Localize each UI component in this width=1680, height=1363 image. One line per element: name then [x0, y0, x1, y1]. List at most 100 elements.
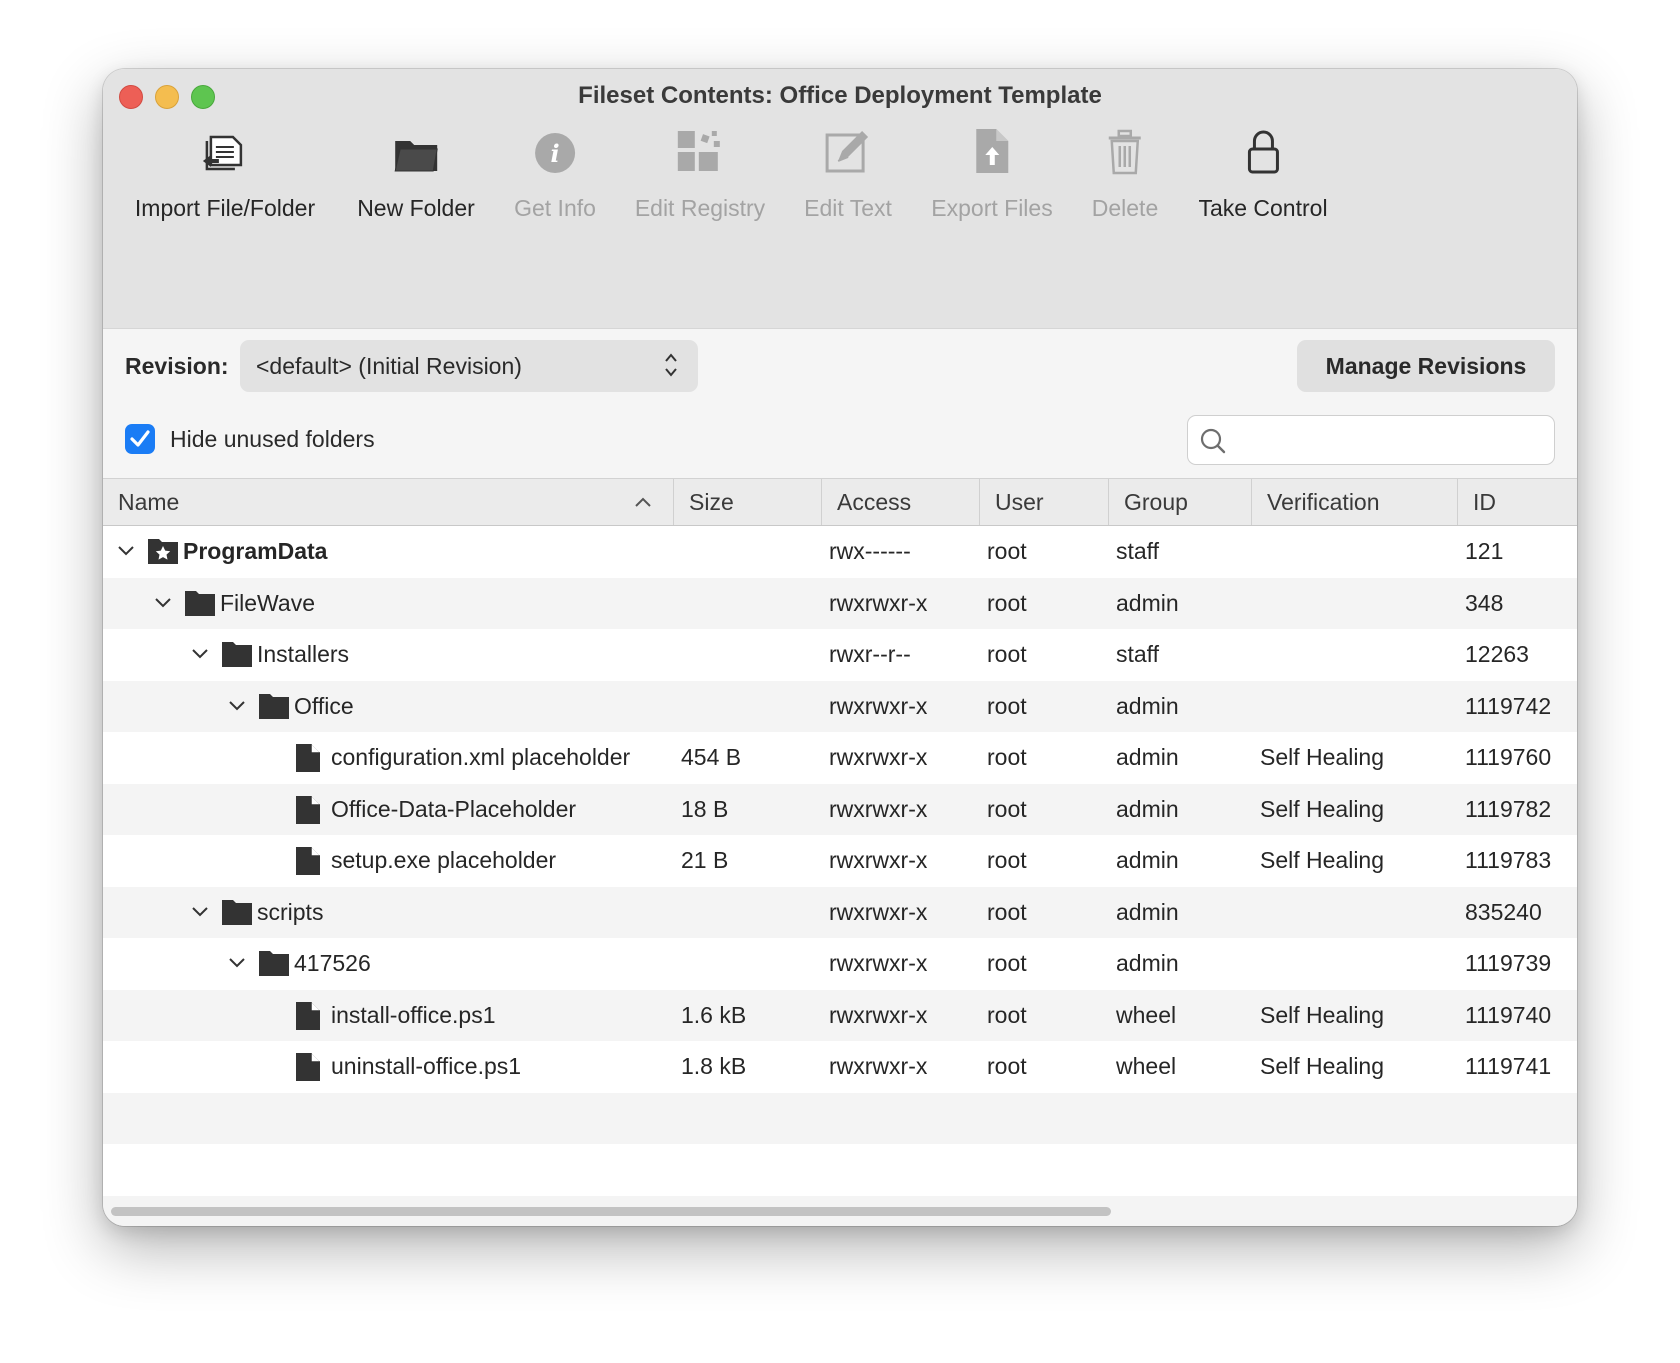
group-cell: wheel: [1116, 1001, 1177, 1028]
access-cell: rwxrwxr-x: [829, 1001, 928, 1028]
empty-row: [103, 1092, 1577, 1144]
disclosure-chevron-down-icon[interactable]: [191, 905, 209, 924]
edit-text-icon: [824, 119, 872, 175]
user-cell: root: [987, 589, 1027, 616]
id-cell: 1119740: [1465, 1001, 1552, 1028]
export-icon: [972, 119, 1012, 175]
take-control-button[interactable]: Take Control: [1198, 130, 1328, 222]
id-cell: 12263: [1465, 641, 1529, 667]
empty-row: [103, 1144, 1577, 1196]
column-header-name[interactable]: Name: [118, 479, 179, 525]
verification-cell: Self Healing: [1260, 795, 1385, 822]
table-row[interactable]: setup.exe placeholder 21 B rwxrwxr-x root ad…: [103, 835, 1577, 887]
column-header-verification[interactable]: Verification: [1267, 479, 1380, 525]
user-cell: root: [987, 795, 1027, 822]
column-header-id[interactable]: ID: [1473, 479, 1496, 525]
table-row[interactable]: Office-Data-Placeholder 18 B rwxrwxr-x root…: [103, 783, 1577, 835]
id-cell: 1119782: [1465, 795, 1552, 822]
size-cell: 1.8 kB: [681, 1053, 747, 1079]
folder-icon: [221, 640, 253, 673]
horizontal-scrollbar[interactable]: [111, 1207, 1111, 1216]
delete-label: Delete: [1091, 195, 1159, 221]
user-cell: root: [987, 1053, 1027, 1079]
disclosure-chevron-down-icon[interactable]: [228, 956, 246, 975]
column-separator[interactable]: [821, 479, 822, 525]
access-cell: rwxrwxr-x: [829, 847, 928, 873]
size-cell: 18 B: [681, 795, 729, 822]
fileset-contents-window: Fileset Contents: Office Deployment Temp…: [103, 69, 1577, 1226]
table-row[interactable]: FileWave rwxrwxr-x root admin 348: [103, 577, 1577, 629]
trash-icon: [1106, 119, 1144, 175]
size-cell: 1.6 kB: [681, 1001, 747, 1028]
id-cell: 1119783: [1465, 847, 1552, 873]
edit-text-button[interactable]: Edit Text: [804, 131, 892, 222]
revision-select[interactable]: <default> (Initial Revision): [240, 340, 698, 392]
table-row[interactable]: configuration.xml placeholder 454 B rwxrwx…: [103, 732, 1577, 784]
column-header-group[interactable]: Group: [1124, 479, 1188, 525]
column-header-size[interactable]: Size: [689, 479, 734, 525]
group-cell: admin: [1116, 744, 1179, 770]
search-icon: [1200, 428, 1226, 454]
group-cell: staff: [1116, 538, 1160, 564]
file-icon: [295, 743, 321, 778]
hide-unused-folders-checkbox[interactable]: [125, 424, 155, 454]
user-cell: root: [987, 950, 1027, 976]
user-cell: root: [987, 692, 1027, 719]
access-cell: rwxrwxr-x: [829, 898, 928, 925]
info-icon: i: [533, 119, 577, 175]
id-cell: 1119742: [1465, 692, 1552, 719]
name-cell: scripts: [257, 898, 324, 925]
user-cell: root: [987, 641, 1027, 667]
name-cell: uninstall-office.ps1: [331, 1053, 522, 1079]
table-row[interactable]: uninstall-office.ps1 1.8 kB rwxrwxr-x root w…: [103, 1041, 1577, 1093]
disclosure-chevron-down-icon[interactable]: [154, 596, 172, 615]
table-row[interactable]: Office rwxrwxr-x root admin 1119742: [103, 680, 1577, 732]
name-cell: ProgramData: [183, 538, 328, 564]
checkmark-icon: [130, 430, 150, 447]
new-folder-label: New Folder: [357, 195, 475, 221]
svg-text:i: i: [550, 139, 559, 168]
table-row[interactable]: scripts rwxrwxr-x root admin 835240: [103, 886, 1577, 938]
lock-icon: [1246, 119, 1280, 175]
column-separator[interactable]: [1457, 479, 1458, 525]
export-files-button[interactable]: Export Files: [931, 129, 1053, 222]
table-row[interactable]: 417526 rwxrwxr-x root admin 1119739: [103, 938, 1577, 990]
edit-registry-label: Edit Registry: [634, 195, 766, 221]
search-input[interactable]: [1238, 424, 1542, 458]
access-cell: rwxrwxr-x: [829, 589, 928, 616]
sort-ascending-icon: [635, 497, 651, 507]
user-cell: root: [987, 538, 1027, 564]
column-header-user[interactable]: User: [995, 479, 1044, 525]
id-cell: 1119760: [1465, 744, 1552, 770]
import-file-folder-button[interactable]: Import File/Folder: [135, 135, 315, 222]
column-header-access[interactable]: Access: [837, 479, 911, 525]
column-separator[interactable]: [979, 479, 980, 525]
chevron-up-down-icon: [664, 352, 678, 384]
get-info-label: Get Info: [514, 195, 596, 221]
table-row[interactable]: ProgramData rwx------ root staff 121: [103, 526, 1577, 578]
disclosure-chevron-down-icon[interactable]: [117, 544, 135, 563]
manage-revisions-button[interactable]: Manage Revisions: [1297, 340, 1555, 392]
export-files-label: Export Files: [931, 195, 1053, 221]
disclosure-chevron-down-icon[interactable]: [191, 647, 209, 666]
table-row[interactable]: Installers rwxr--r-- root staff 12263: [103, 629, 1577, 681]
hide-unused-folders-label[interactable]: Hide unused folders: [170, 426, 375, 453]
new-folder-button[interactable]: New Folder: [357, 141, 475, 222]
delete-button[interactable]: Delete: [1092, 129, 1158, 222]
access-cell: rwxrwxr-x: [829, 1053, 928, 1079]
file-icon: [295, 1001, 321, 1036]
search-field[interactable]: [1187, 415, 1555, 465]
verification-cell: Self Healing: [1260, 847, 1385, 873]
disclosure-chevron-down-icon[interactable]: [228, 699, 246, 718]
column-separator[interactable]: [673, 479, 674, 525]
folder-icon: [258, 949, 290, 982]
id-cell: 835240: [1465, 898, 1542, 925]
get-info-button[interactable]: i Get Info: [514, 133, 596, 222]
edit-registry-button[interactable]: Edit Registry: [635, 131, 765, 222]
folder-icon: [392, 119, 440, 175]
table-row[interactable]: install-office.ps1 1.6 kB rwxrwxr-x root whe…: [103, 989, 1577, 1041]
column-separator[interactable]: [1108, 479, 1109, 525]
column-separator[interactable]: [1251, 479, 1252, 525]
title-bar[interactable]: Fileset Contents: Office Deployment Temp…: [103, 69, 1577, 119]
access-cell: rwxrwxr-x: [829, 795, 928, 822]
